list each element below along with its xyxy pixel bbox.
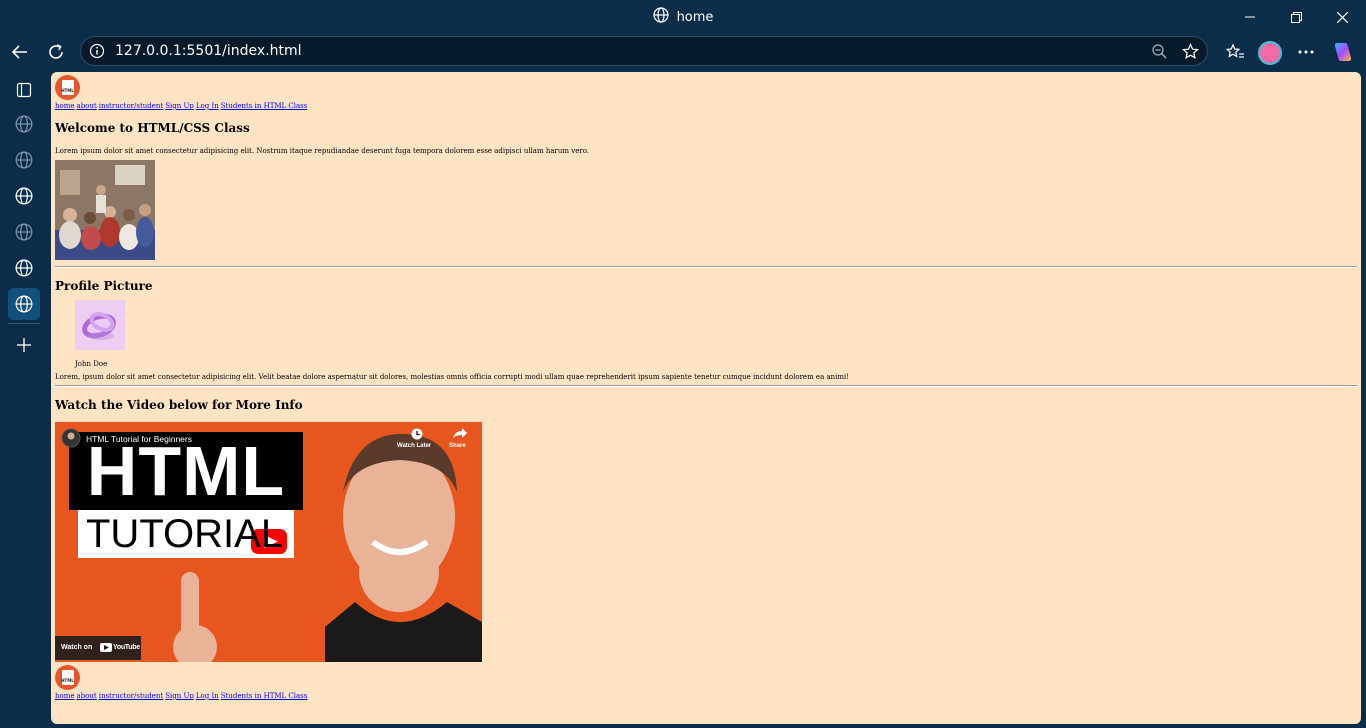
- watch-on-label[interactable]: Watch on: [61, 644, 92, 651]
- vertical-tabs-sidebar: [0, 70, 48, 728]
- footer-link-about[interactable]: about: [77, 692, 97, 700]
- new-tab-button[interactable]: [8, 329, 40, 361]
- sidebar-divider: [8, 323, 40, 324]
- html-logo-icon-footer: HTML: [55, 665, 80, 690]
- youtube-logo-text[interactable]: YouTube: [113, 644, 140, 651]
- tab-globe-icon[interactable]: [8, 252, 40, 284]
- footer-link-students[interactable]: Students in HTML Class: [221, 692, 308, 700]
- profile-paragraph: Lorem, ipsum dolor sit amet consectetur …: [55, 373, 850, 381]
- profile-caption: John Doe: [75, 360, 108, 368]
- tab-globe-icon[interactable]: [8, 108, 40, 140]
- footer-link-log-in[interactable]: Log In: [196, 692, 219, 700]
- nav-link-about[interactable]: about: [77, 102, 97, 110]
- minimize-button[interactable]: [1227, 0, 1273, 34]
- restore-button[interactable]: [1273, 0, 1319, 34]
- address-bar[interactable]: 127.0.0.1:5501/index.html: [80, 36, 1208, 66]
- video-frame: [83, 464, 443, 465]
- html-logo-icon: HTML: [55, 75, 80, 100]
- site-info-icon[interactable]: [89, 43, 105, 63]
- back-button[interactable]: [4, 36, 36, 68]
- refresh-button[interactable]: [40, 36, 72, 68]
- thumbnail-tutorial-text: TUTORIAL: [86, 511, 284, 556]
- tab-actions-icon[interactable]: [8, 74, 40, 106]
- nav-link-students[interactable]: Students in HTML Class: [221, 102, 308, 110]
- youtube-video-embed[interactable]: HTML Tutorial for Beginners HTML TUTORIA…: [55, 422, 482, 662]
- section-divider: [55, 385, 1357, 387]
- profile-heading: Profile Picture: [55, 279, 153, 293]
- tab-globe-icon[interactable]: [8, 216, 40, 248]
- classroom-image: [55, 160, 155, 260]
- tab-globe-icon[interactable]: [8, 144, 40, 176]
- thumbnail-html-text: HTML: [86, 432, 286, 510]
- profile-avatar[interactable]: [1258, 41, 1282, 65]
- window-title-text: home: [676, 9, 714, 25]
- zoom-out-icon[interactable]: [1151, 43, 1167, 63]
- favorite-star-icon[interactable]: [1181, 43, 1200, 64]
- footer-nav: home about instructor/student Sign Up Log In…: [55, 692, 1357, 700]
- video-heading: Watch the Video below for More Info: [55, 398, 303, 412]
- nav-link-instructor-student[interactable]: instructor/student: [99, 102, 164, 110]
- browser-toolbar: 127.0.0.1:5501/index.html: [0, 34, 1366, 70]
- footer-link-sign-up[interactable]: Sign Up: [165, 692, 194, 700]
- section-divider: [55, 266, 1357, 268]
- close-button[interactable]: [1319, 0, 1365, 34]
- tab-globe-icon[interactable]: [8, 180, 40, 212]
- welcome-paragraph: Lorem ipsum dolor sit amet consectetur a…: [55, 147, 590, 155]
- profile-picture: [75, 300, 125, 350]
- page-viewport: HTML home about instructor/student Sign Up L…: [51, 72, 1361, 724]
- footer-link-home[interactable]: home: [55, 692, 75, 700]
- watch-later-button[interactable]: Watch Later: [397, 443, 431, 449]
- footer-link-instructor-student[interactable]: instructor/student: [99, 692, 164, 700]
- favorites-icon[interactable]: [1219, 36, 1251, 68]
- more-options-icon[interactable]: [1290, 36, 1322, 68]
- window-title: home: [0, 0, 1366, 34]
- nav-link-sign-up[interactable]: Sign Up: [165, 102, 194, 110]
- copilot-icon[interactable]: [1331, 40, 1355, 64]
- nav-link-home[interactable]: home: [55, 102, 75, 110]
- nav-link-log-in[interactable]: Log In: [196, 102, 219, 110]
- url-text[interactable]: 127.0.0.1:5501/index.html: [115, 43, 302, 59]
- page-content: HTML home about instructor/student Sign Up L…: [55, 75, 1357, 700]
- welcome-heading: Welcome to HTML/CSS Class: [55, 121, 250, 135]
- tab-globe-icon-active[interactable]: [8, 288, 40, 320]
- share-button[interactable]: Share: [449, 443, 466, 449]
- top-nav: home about instructor/student Sign Up Log In…: [55, 102, 1357, 110]
- window-title-bar: home: [0, 0, 1366, 34]
- globe-icon: [652, 7, 669, 27]
